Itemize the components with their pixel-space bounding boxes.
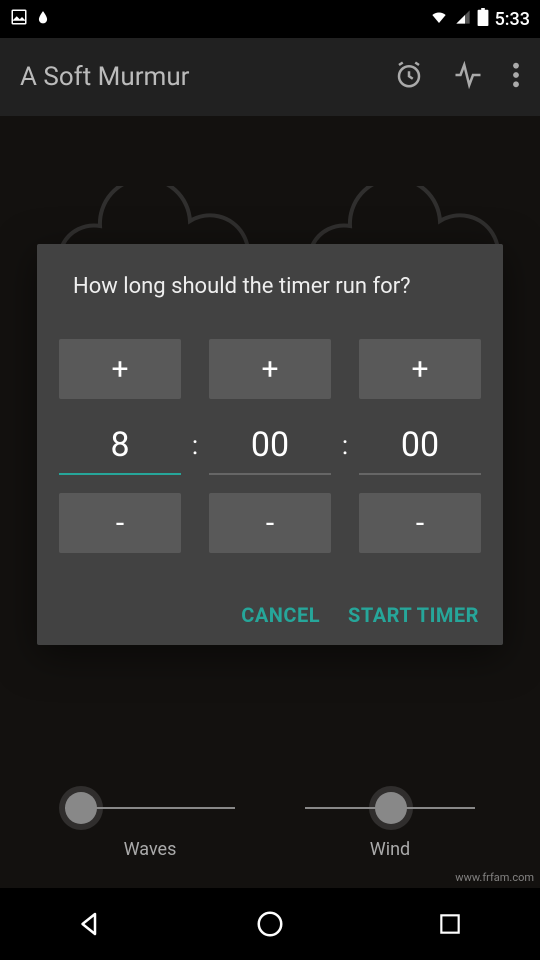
time-picker: + + + 8 : 00 : 00 - - -: [55, 339, 485, 553]
time-separator: :: [185, 431, 205, 461]
time-separator: :: [335, 431, 355, 461]
status-bar: 5:33: [0, 0, 540, 38]
hours-value[interactable]: 8: [59, 417, 181, 475]
sound-label: Wind: [370, 839, 410, 860]
seconds-value[interactable]: 00: [359, 417, 481, 475]
wifi-icon: [429, 9, 449, 30]
slider-thumb[interactable]: [375, 792, 407, 824]
status-left: [10, 8, 50, 30]
water-drop-icon: [36, 8, 50, 30]
wind-slider[interactable]: [305, 807, 475, 809]
minutes-increment-button[interactable]: +: [209, 339, 331, 399]
battery-icon: [477, 8, 489, 31]
dialog-actions: CANCEL START TIMER: [55, 603, 485, 627]
app-bar: A Soft Murmur: [0, 38, 540, 116]
hours-increment-button[interactable]: +: [59, 339, 181, 399]
minutes-decrement-button[interactable]: -: [209, 493, 331, 553]
cancel-button[interactable]: CANCEL: [241, 603, 320, 627]
sound-label: Waves: [124, 839, 177, 860]
nav-back-button[interactable]: [71, 905, 109, 943]
navigation-bar: [0, 888, 540, 960]
seconds-increment-button[interactable]: +: [359, 339, 481, 399]
hours-decrement-button[interactable]: -: [59, 493, 181, 553]
nav-recents-button[interactable]: [431, 905, 469, 943]
slider-thumb[interactable]: [65, 792, 97, 824]
seconds-decrement-button[interactable]: -: [359, 493, 481, 553]
sound-item-wind: Wind: [290, 807, 490, 860]
activity-icon[interactable]: [452, 60, 484, 94]
app-actions: [394, 60, 520, 94]
sound-controls: Waves Wind: [0, 807, 540, 860]
start-timer-button[interactable]: START TIMER: [348, 603, 479, 627]
signal-icon: [455, 9, 471, 30]
alarm-icon[interactable]: [394, 60, 424, 94]
minutes-value[interactable]: 00: [209, 417, 331, 475]
timer-dialog: How long should the timer run for? + + +…: [37, 244, 503, 645]
status-right: 5:33: [429, 8, 530, 31]
sound-item-waves: Waves: [50, 807, 250, 860]
status-time: 5:33: [495, 9, 530, 30]
watermark: www.frfam.com: [455, 871, 534, 884]
waves-slider[interactable]: [65, 807, 235, 809]
app-title: A Soft Murmur: [20, 62, 394, 92]
picture-icon: [10, 8, 28, 30]
nav-home-button[interactable]: [251, 905, 289, 943]
dialog-title: How long should the timer run for?: [55, 274, 485, 299]
overflow-menu-icon[interactable]: [512, 61, 520, 93]
